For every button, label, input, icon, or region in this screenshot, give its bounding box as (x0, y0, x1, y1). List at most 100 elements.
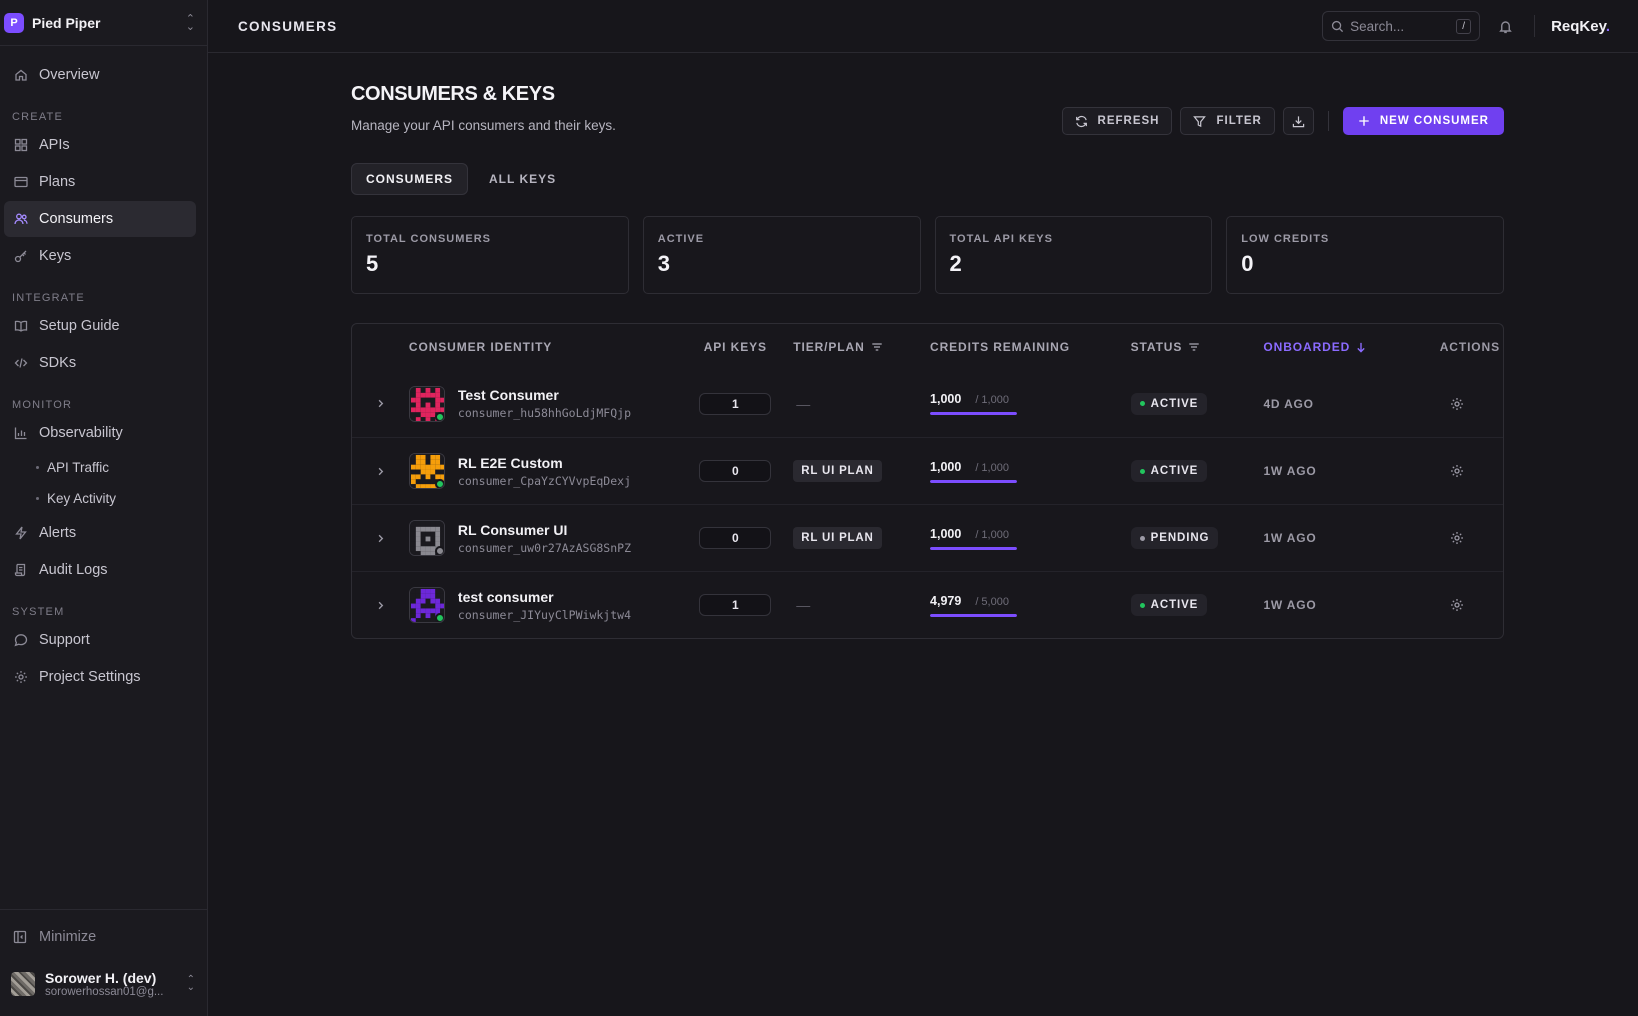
presence-dot (434, 411, 444, 421)
consumer-text: test consumer consumer_JIYuyClPWiwkjtw4 (458, 589, 631, 622)
sidebar-item-setup-guide[interactable]: Setup Guide (4, 308, 196, 344)
table-row[interactable]: RL E2E Custom consumer_CpaYzCYVvpEqDexj … (352, 437, 1503, 504)
page-subtitle: Manage your API consumers and their keys… (351, 118, 616, 133)
consumer-identity[interactable]: RL E2E Custom consumer_CpaYzCYVvpEqDexj (408, 453, 694, 489)
sidebar-item-alerts[interactable]: Alerts (4, 515, 196, 551)
table-row[interactable]: Test Consumer consumer_hu58hhGoLdjMFQjp … (352, 370, 1503, 437)
sidebar-subitem-api-traffic[interactable]: API Traffic (0, 452, 207, 483)
row-settings-button[interactable] (1410, 464, 1503, 478)
expand-row-button[interactable] (352, 533, 409, 544)
sidebar-item-sdks[interactable]: SDKs (4, 345, 196, 381)
filter-lines-icon[interactable] (871, 341, 883, 353)
nav-section-monitor: MONITOR (12, 399, 73, 411)
sidebar-item-audit-logs[interactable]: Audit Logs (4, 552, 196, 588)
filter-button[interactable]: FILTER (1180, 107, 1275, 135)
expand-row-button[interactable] (352, 398, 409, 409)
user-menu[interactable]: Sorower H. (dev) sorowerhossan01@g... ⌃ ⌄ (0, 964, 207, 1016)
sidebar-item-consumers[interactable]: Consumers (4, 201, 196, 237)
brand-logo[interactable]: ReqKey. (1551, 18, 1610, 35)
expand-row-button[interactable] (352, 466, 409, 477)
sidebar-item-label: APIs (39, 137, 70, 153)
user-info: Sorower H. (dev) sorowerhossan01@g... (45, 970, 187, 998)
brand-dot: . (1605, 17, 1610, 35)
table-header: CONSUMER IDENTITY API KEYS TIER/PLAN CRE… (352, 324, 1503, 370)
credits-cell: 1,000 / 1,000 (930, 392, 1131, 415)
table-row[interactable]: RL Consumer UI consumer_uw0r27AzASG8SnPZ… (352, 504, 1503, 571)
column-header-actions: ACTIONS (1439, 340, 1501, 354)
nav-section-integrate: INTEGRATE (12, 292, 85, 304)
column-header-label: API KEYS (703, 340, 767, 354)
credits-progress-fill (930, 546, 1018, 550)
sidebar-item-plans[interactable]: Plans (4, 164, 196, 200)
api-key-count[interactable]: 1 (699, 392, 772, 415)
status-dot (1139, 602, 1145, 608)
stat-label: ACTIVE (657, 233, 705, 245)
sidebar: P Pied Piper ⌃ ⌄ Overview CREATE APIs Pla… (0, 0, 208, 1016)
presence-dot (434, 613, 444, 622)
minimize-sidebar-button[interactable]: Minimize (0, 910, 207, 964)
consumer-identity[interactable]: RL Consumer UI consumer_uw0r27AzASG8SnPZ (408, 520, 694, 556)
search-input[interactable]: Search... / (1322, 11, 1481, 41)
credits-progress-fill (930, 412, 1018, 415)
book-icon (13, 318, 29, 334)
plan-cell: RL UI PLAN (793, 527, 930, 549)
bell-icon[interactable] (1498, 19, 1516, 34)
status-cell: ACTIVE (1130, 392, 1264, 415)
consumer-avatar (408, 587, 445, 623)
chevron-right-icon (375, 533, 386, 544)
sidebar-item-label: Alerts (39, 525, 77, 541)
credits-progress-bar (930, 479, 1018, 483)
consumer-identity[interactable]: Test Consumer consumer_hu58hhGoLdjMFQjp (408, 385, 694, 422)
onboarded-time: 1W AGO (1263, 531, 1317, 545)
sidebar-item-label: Key Activity (47, 491, 117, 506)
sidebar-item-support[interactable]: Support (4, 622, 196, 658)
bolt-icon (13, 525, 29, 541)
onboarded-time: 1W AGO (1263, 464, 1317, 478)
export-button[interactable] (1282, 107, 1314, 135)
main-content: CONSUMERS & KEYS Manage your API consume… (351, 53, 1504, 639)
search-placeholder: Search... (1350, 18, 1405, 34)
tab-consumers[interactable]: CONSUMERS (351, 163, 469, 195)
sidebar-item-observability[interactable]: Observability (4, 415, 196, 451)
sidebar-item-label: Setup Guide (39, 318, 120, 334)
row-settings-button[interactable] (1410, 397, 1503, 411)
refresh-button[interactable]: REFRESH (1061, 107, 1173, 135)
tab-all-keys[interactable]: ALL KEYS (474, 163, 571, 195)
new-consumer-button[interactable]: NEW CONSUMER (1342, 107, 1504, 135)
api-key-count[interactable]: 0 (699, 527, 772, 549)
sidebar-item-label: Overview (39, 67, 100, 83)
plus-icon (1358, 115, 1370, 127)
credits-cell: 1,000 / 1,000 (930, 527, 1131, 550)
bullet-icon (36, 466, 39, 469)
workspace-switcher[interactable]: P Pied Piper ⌃ ⌄ (0, 0, 207, 46)
filter-lines-icon[interactable] (1188, 341, 1200, 353)
status-label: ACTIVE (1150, 599, 1199, 611)
sidebar-item-keys[interactable]: Keys (4, 238, 196, 274)
stat-label: TOTAL CONSUMERS (366, 233, 492, 245)
table-row[interactable]: test consumer consumer_JIYuyClPWiwkjtw4 … (352, 571, 1503, 638)
consumer-identity[interactable]: test consumer consumer_JIYuyClPWiwkjtw4 (408, 587, 694, 623)
sidebar-item-apis[interactable]: APIs (4, 127, 196, 163)
expand-row-button[interactable] (352, 600, 409, 611)
plan-badge: RL UI PLAN (793, 460, 882, 482)
column-header-status[interactable]: STATUS (1131, 340, 1264, 354)
api-key-count[interactable]: 1 (699, 594, 772, 616)
column-header-tier-plan[interactable]: TIER/PLAN (793, 340, 930, 354)
credits-progress-bar (930, 613, 1018, 617)
status-cell: PENDING (1130, 527, 1264, 549)
stat-label: LOW CREDITS (1241, 233, 1330, 245)
chevron-up-down-icon: ⌃ ⌄ (186, 974, 195, 993)
api-key-count[interactable]: 0 (699, 460, 772, 482)
row-settings-button[interactable] (1410, 531, 1503, 545)
chevron-right-icon (375, 600, 386, 611)
new-consumer-label: NEW CONSUMER (1379, 115, 1489, 127)
column-header-onboarded[interactable]: ONBOARDED (1263, 340, 1410, 354)
column-header-credits: CREDITS REMAINING (930, 340, 1070, 354)
row-settings-button[interactable] (1410, 598, 1503, 612)
sidebar-subitem-key-activity[interactable]: Key Activity (0, 483, 207, 514)
plan-cell: RL UI PLAN (793, 460, 930, 482)
users-icon (13, 211, 29, 227)
sidebar-item-overview[interactable]: Overview (4, 57, 196, 93)
sidebar-item-project-settings[interactable]: Project Settings (4, 659, 196, 695)
chevron-right-icon (375, 398, 386, 409)
